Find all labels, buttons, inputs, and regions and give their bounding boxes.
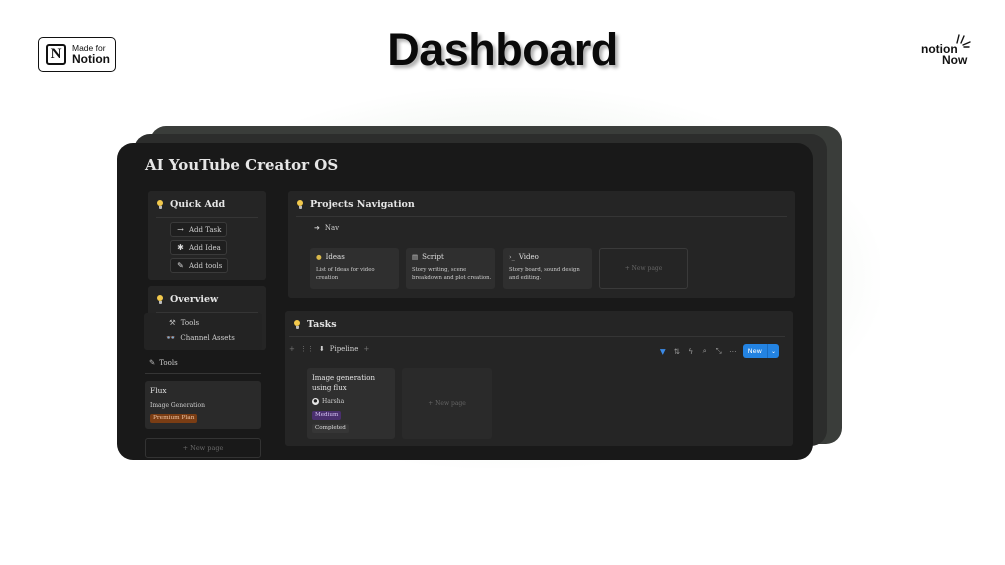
new-page-label: New page <box>435 400 466 407</box>
overview-item-tools[interactable]: ⚒ Tools <box>169 318 199 327</box>
bulb-icon <box>293 319 301 330</box>
new-page-label: New page <box>190 444 224 452</box>
add-task-label: Add Task <box>189 225 222 234</box>
page-title: Dashboard <box>387 24 618 75</box>
divider <box>296 216 787 217</box>
asterisk-icon: ✱ <box>177 243 184 252</box>
projects-navigation-panel: Projects Navigation ➜ Nav ● Ideas List o… <box>288 191 795 298</box>
glasses-icon: 👓 <box>166 333 176 342</box>
plus-icon: + <box>182 444 191 452</box>
wrench-icon: ✎ <box>177 261 184 270</box>
pipeline-view-tab[interactable]: Pipeline <box>330 345 359 353</box>
assignee-name: Harsha <box>322 398 345 405</box>
app-screen: AI YouTube Creator OS Quick Add → Add Ta… <box>117 143 813 460</box>
document-icon: ▤ <box>412 253 419 261</box>
add-tools-button[interactable]: ✎ Add tools <box>170 258 229 273</box>
project-card-desc: Story board, sound design and editing. <box>509 267 580 281</box>
project-card-desc: Story writing, scene breakdown and plot … <box>412 267 492 281</box>
new-page-card[interactable]: + New page <box>402 368 492 439</box>
overview-item-label: Tools <box>180 318 200 327</box>
tasks-panel: Tasks + ⋮⋮ ⬇ Pipeline + ▼ ⇅ ϟ ⌕ ⤡ ⋯ New … <box>285 311 793 446</box>
tool-card-subtitle: Image Generation <box>150 402 205 409</box>
avatar: ● <box>312 398 319 405</box>
projects-title: Projects Navigation <box>310 199 415 210</box>
project-card-script[interactable]: ▤ Script Story writing, scene breakdown … <box>406 248 495 289</box>
sparkle-icon <box>956 34 971 48</box>
nav-label: Nav <box>324 224 340 232</box>
search-icon[interactable]: ⌕ <box>701 346 709 356</box>
status-badge: Completed <box>312 424 349 433</box>
filter-icon[interactable]: ▼ <box>659 347 667 356</box>
task-card[interactable]: Image generation using flux ● Harsha Med… <box>307 368 395 439</box>
new-button-label: New <box>743 344 768 358</box>
add-idea-button[interactable]: ✱ Add Idea <box>170 240 227 255</box>
drag-handle-icon[interactable]: ⋮⋮ <box>300 345 314 353</box>
project-card-title: Script <box>422 253 444 261</box>
add-task-button[interactable]: → Add Task <box>170 222 228 237</box>
add-row-icon[interactable]: + <box>289 345 295 353</box>
project-card-desc: List of Ideas for video creation <box>316 267 375 281</box>
new-button[interactable]: New ⌄ <box>742 344 779 358</box>
database-toolbar: ▼ ⇅ ϟ ⌕ ⤡ ⋯ New ⌄ <box>659 344 779 358</box>
nav-link[interactable]: ➜ Nav <box>314 224 339 232</box>
bulb-icon <box>296 199 304 210</box>
overview-title: Overview <box>170 294 219 305</box>
project-card-title: Ideas <box>325 253 345 261</box>
sort-icon[interactable]: ⇅ <box>673 347 681 356</box>
project-card-video[interactable]: ›_ Video Story board, sound design and e… <box>503 248 592 289</box>
terminal-icon: ›_ <box>509 253 515 261</box>
arrow-right-icon: → <box>177 225 184 234</box>
tasks-title: Tasks <box>307 319 337 330</box>
plus-icon: + <box>428 400 436 407</box>
new-page-button[interactable]: + New page <box>145 438 261 458</box>
plus-icon: + <box>624 265 632 272</box>
new-page-card[interactable]: + New page <box>599 248 688 289</box>
overview-item-channel-assets[interactable]: 👓 Channel Assets <box>166 333 235 342</box>
chevron-down-icon[interactable]: ⌄ <box>768 348 779 355</box>
add-idea-label: Add Idea <box>189 243 221 252</box>
bulb-icon: ● <box>316 253 322 261</box>
brand-line2: Now <box>942 53 968 67</box>
task-card-title: Image generation using flux <box>312 374 375 392</box>
new-page-label: New page <box>631 265 663 272</box>
priority-badge: Medium <box>312 411 342 420</box>
task-assignee: ● Harsha <box>312 398 344 405</box>
tools-section-label[interactable]: ✎ Tools <box>149 358 178 367</box>
automation-icon[interactable]: ϟ <box>687 347 695 356</box>
tools-icon: ⚒ <box>169 318 176 327</box>
project-card-title: Video <box>518 253 539 261</box>
arrow-down-icon: ⬇ <box>318 345 325 353</box>
bulb-icon <box>156 294 164 305</box>
divider <box>289 336 785 337</box>
project-card-ideas[interactable]: ● Ideas List of Ideas for video creation <box>310 248 399 289</box>
plan-tag: Premium Plan <box>150 414 198 423</box>
bulb-icon <box>156 199 164 210</box>
quick-add-panel: Quick Add → Add Task ✱ Add Idea ✎ Add to… <box>148 191 266 280</box>
overview-list: ⚒ Tools 👓 Channel Assets <box>144 313 262 350</box>
add-tools-label: Add tools <box>189 261 223 270</box>
add-view-icon[interactable]: + <box>363 345 369 353</box>
divider <box>156 217 258 218</box>
tools-label: Tools <box>159 358 178 367</box>
overview-item-label: Channel Assets <box>180 333 235 342</box>
arrow-right-icon: ➜ <box>314 224 320 232</box>
divider <box>145 373 261 374</box>
tool-card-name: Flux <box>150 386 167 395</box>
more-icon[interactable]: ⋯ <box>729 347 737 356</box>
app-title: AI YouTube Creator OS <box>145 156 339 174</box>
notion-now-logo: notion Now <box>918 34 974 68</box>
tool-card-flux[interactable]: Flux Image Generation Premium Plan <box>145 381 261 429</box>
quick-add-title: Quick Add <box>170 199 226 210</box>
expand-icon[interactable]: ⤡ <box>715 346 723 356</box>
wrench-icon: ✎ <box>149 358 156 367</box>
